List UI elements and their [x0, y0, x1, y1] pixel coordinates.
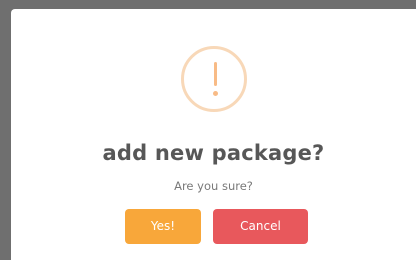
dialog-title: add new package?: [102, 141, 325, 165]
exclamation-bar: [214, 62, 217, 86]
exclamation-dot: [213, 91, 218, 96]
dialog-message: Are you sure?: [174, 179, 253, 193]
cancel-button[interactable]: Cancel: [213, 209, 308, 244]
exclamation-warning-icon: [181, 46, 247, 112]
confirm-button[interactable]: Yes!: [125, 209, 201, 244]
confirm-dialog: add new package? Are you sure? Yes! Canc…: [11, 9, 416, 260]
